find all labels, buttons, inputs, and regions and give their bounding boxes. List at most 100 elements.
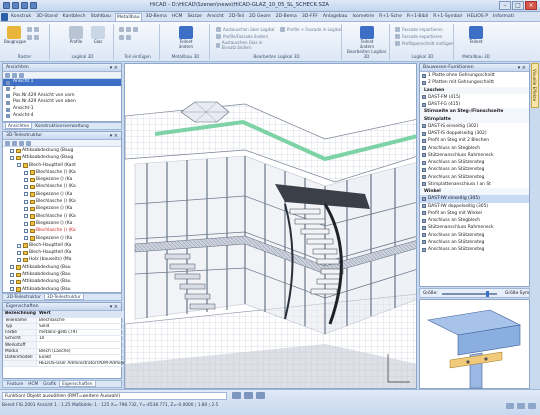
tree-node[interactable]: Attikaabdeckung (Bau <box>3 264 121 271</box>
expand-icon[interactable] <box>5 141 10 146</box>
tree-node[interactable]: Blech-Haupttell (Kant <box>3 162 121 169</box>
rotate-icon[interactable] <box>126 35 131 40</box>
color-select-icon[interactable] <box>244 392 253 399</box>
view-list-item[interactable]: Ansicht-1 <box>3 106 121 113</box>
catalog-group-header[interactable]: Laschen <box>420 86 529 94</box>
save-icon[interactable] <box>12 2 19 9</box>
tab-hcm[interactable]: HCM <box>26 381 40 387</box>
ribbon-tab[interactable]: Isometrie <box>351 13 375 21</box>
tree-node[interactable]: Blech-Haupttell (Ka <box>3 242 121 249</box>
ribbon-tab[interactable]: HELIOS P <box>466 13 489 21</box>
info-icon[interactable] <box>528 403 536 409</box>
catalog-item[interactable]: Profil an Steg mit 2 Blechen <box>420 137 529 144</box>
ribbon-tab[interactable]: Anlagebau <box>322 13 349 21</box>
ribbon-tab[interactable]: Metallbau <box>114 13 142 21</box>
catalog-item[interactable]: DAST-FM (415) <box>420 94 529 101</box>
visibility-checkbox[interactable] <box>24 236 28 241</box>
catalog-item[interactable]: DAST-IS doppelseitig (302) <box>420 130 529 137</box>
ortho-icon[interactable] <box>506 403 514 409</box>
size-slider-handle[interactable] <box>486 290 490 297</box>
view-list-item[interactable]: Ansicht 1 <box>3 79 121 86</box>
visibility-checkbox[interactable] <box>24 177 28 182</box>
visibility-checkbox[interactable] <box>10 280 14 285</box>
catalog-item[interactable]: Stirnplattenanschluss I an St <box>420 181 529 188</box>
tree-node[interactable]: Blechlasche () (Ka <box>3 213 121 220</box>
profile-fassade-aendern-item[interactable]: Profile/Fassade ändern <box>216 34 268 39</box>
visibility-checkbox[interactable] <box>24 207 28 212</box>
ribbon-tab[interactable]: 2D-Teil <box>228 13 245 21</box>
visibility-checkbox[interactable] <box>24 170 28 175</box>
tree-node[interactable]: Biegezone () (Ka <box>3 191 121 198</box>
ribbon-tab[interactable]: Informati <box>492 13 515 21</box>
maximize-button[interactable]: □ <box>512 1 524 10</box>
tree-node[interactable]: Blechlasche () (Ka <box>3 227 121 234</box>
pin-3-icon[interactable]: ▾ × <box>110 303 118 311</box>
tree-node[interactable]: Attikaabdeckung (Bau <box>3 278 121 285</box>
tree-node[interactable]: Holz (bauseits) (Ma <box>3 256 121 263</box>
tab-2d-teilestruktur[interactable]: 2D-Teilestruktur <box>5 294 43 300</box>
catalog-item[interactable]: Profil an Steg mit Winkel <box>420 210 529 217</box>
tab-grafik[interactable]: Grafik <box>41 381 58 387</box>
austauschen-glas-item[interactable]: Austauschen Glas in Einsatz ändern <box>216 40 276 50</box>
tree-node[interactable]: Biegezone () (Ka <box>3 235 121 242</box>
tree-node[interactable]: Biegezone () (Ka <box>3 176 121 183</box>
view-list-item[interactable]: Ansicht-4 <box>3 113 121 120</box>
teilnet-aendern-2-button[interactable]: Teilnet ändern <box>357 26 377 49</box>
view-props-icon[interactable] <box>19 73 24 78</box>
profile-button[interactable]: Profile <box>66 26 86 45</box>
snap-icon[interactable] <box>34 27 39 32</box>
ribbon-tab[interactable]: Kantblech <box>62 13 87 21</box>
line-type-icon[interactable] <box>256 392 265 399</box>
tab-ansichten[interactable]: Ansichten <box>5 123 33 129</box>
catalog-item[interactable]: Anschluss an Stützensteg <box>420 232 529 239</box>
catalog-item[interactable]: Anschluss an Stützensteg <box>420 174 529 181</box>
new-view-icon[interactable] <box>5 73 10 78</box>
move-icon[interactable] <box>34 35 39 40</box>
tab-feature[interactable]: Feature <box>5 381 25 387</box>
app-menu-icon[interactable] <box>1 13 8 21</box>
catalog-item[interactable]: Anschluss an Stützensteg <box>420 159 529 166</box>
command-line[interactable]: Funktion/ Objekt auswählen (RMT=weitere … <box>2 392 227 400</box>
catalog-item[interactable]: DAST-FG (415) <box>420 101 529 108</box>
ribbon-tab[interactable]: R+1-Bibli <box>406 13 429 21</box>
fassade-exportieren-item[interactable]: Fassade exportieren <box>395 34 442 39</box>
visibility-checkbox[interactable] <box>10 287 14 292</box>
tree-node[interactable]: Blechlasche () (Ka <box>3 169 121 176</box>
grid-icon[interactable] <box>27 27 32 32</box>
insert-icon[interactable] <box>126 27 131 32</box>
tab-eigenschaften[interactable]: Eigenschaften <box>59 381 96 387</box>
catalog-item[interactable]: DAST-IW doppelseitig (305) <box>420 203 529 210</box>
pin-2-icon[interactable]: ▾ × <box>110 132 118 140</box>
minimize-button[interactable]: – <box>499 1 511 10</box>
teilnet-button[interactable]: Teilnet <box>466 26 486 45</box>
catalog-item[interactable]: Anschluss an Stegblech <box>420 145 529 152</box>
ribbon-tab[interactable]: Stahlbau <box>90 13 112 21</box>
ribbon-tab[interactable]: 3D-FFF <box>301 13 319 21</box>
tree-node[interactable]: Blech-Haupttell (Ka <box>3 249 121 256</box>
grid-toggle-icon[interactable] <box>517 403 525 409</box>
tree-node[interactable]: Attikaabdeckung (Bau <box>3 286 121 293</box>
undo-icon[interactable] <box>21 2 28 9</box>
tab-3d-teilestruktur[interactable]: 3D-Teilestruktur <box>43 294 84 300</box>
tree-node[interactable]: Biegezone () (Ka <box>3 220 121 227</box>
visibility-checkbox[interactable] <box>24 185 28 190</box>
catalog-item[interactable]: Stützenanschluss Rahmeneck <box>420 224 529 231</box>
visibility-checkbox[interactable] <box>10 272 14 277</box>
profilquerschnitt-item[interactable]: Profilquerschnitt einfügen <box>395 41 454 46</box>
delete-view-icon[interactable] <box>12 73 17 78</box>
visibility-checkbox[interactable] <box>24 199 28 204</box>
fassade-importieren-item[interactable]: Fassade importieren <box>395 27 443 32</box>
tree-node[interactable]: Biegezone () (Ka <box>3 205 121 212</box>
mirror-icon[interactable] <box>119 35 124 40</box>
redo-icon[interactable] <box>30 2 37 9</box>
catalog-item[interactable]: Anschluss an Stützensteg <box>420 166 529 173</box>
visibility-checkbox[interactable] <box>24 221 28 226</box>
catalog-item[interactable]: DAST-IW einseitig (305) <box>420 195 529 203</box>
visibility-checkbox[interactable] <box>17 243 21 248</box>
catalog-item[interactable]: Anschluss an Stützensteg <box>420 239 529 246</box>
profile-fassade-logikal-item[interactable]: Profile + Fassade in Logikal <box>280 27 342 32</box>
visibility-checkbox[interactable] <box>17 163 21 168</box>
catalog-item[interactable]: 2 Platten mit Gehrungsschnitt <box>420 79 529 86</box>
ribbon-tab[interactable]: Skizze <box>186 13 203 21</box>
ribbon-tab[interactable]: 3D-Stand <box>35 13 58 21</box>
